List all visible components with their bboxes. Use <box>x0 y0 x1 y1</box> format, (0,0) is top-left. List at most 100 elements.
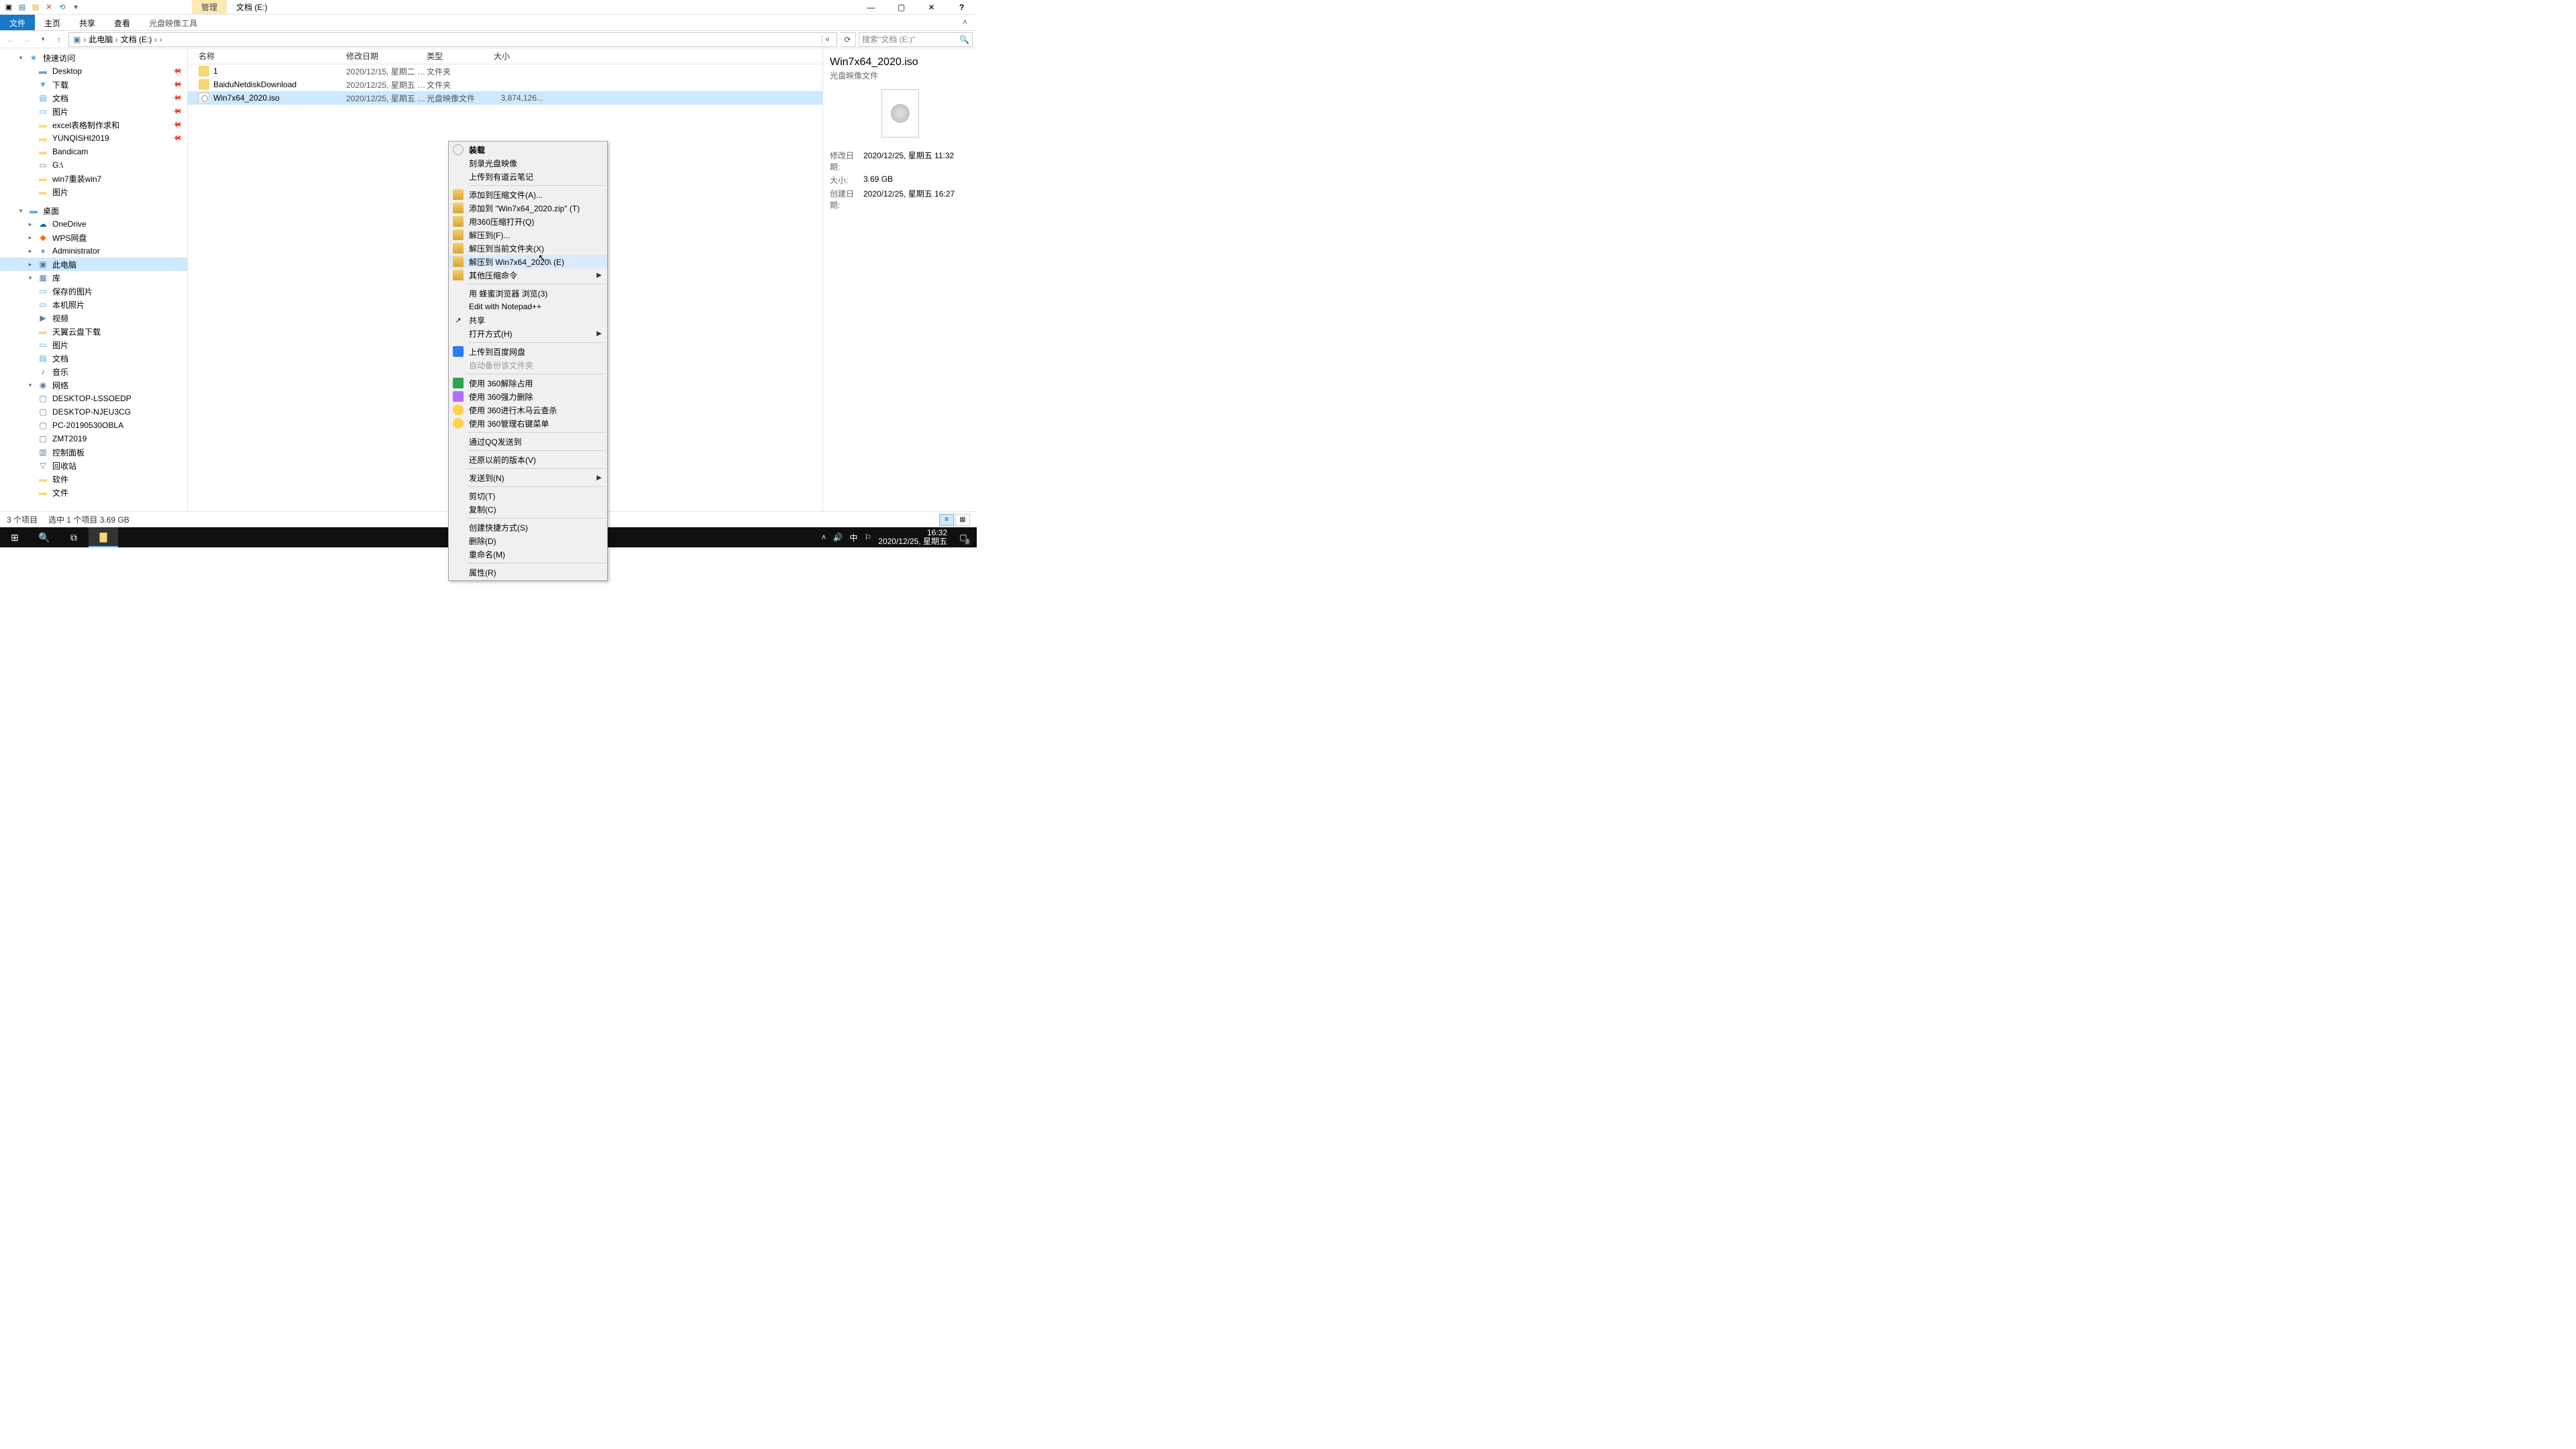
menu-item[interactable]: 刻录光盘映像 <box>449 156 607 170</box>
expand-icon[interactable]: ▾ <box>17 207 24 215</box>
tree-item[interactable]: ▸此电脑 <box>0 258 187 271</box>
col-name[interactable]: 名称 <box>199 50 346 62</box>
task-view-button[interactable]: ⧉ <box>59 527 89 547</box>
tree-item[interactable]: Desktop📌 <box>0 64 187 78</box>
nav-history-dropdown[interactable]: ▾ <box>36 36 50 43</box>
menu-item[interactable]: 解压到(F)... <box>449 228 607 241</box>
tab-file[interactable]: 文件 <box>0 15 35 30</box>
menu-item[interactable]: 删除(D) <box>449 534 607 547</box>
menu-item[interactable]: 使用 360管理右键菜单 <box>449 417 607 430</box>
tree-item[interactable]: 软件 <box>0 472 187 486</box>
tab-disc-image-tools[interactable]: 光盘映像工具 <box>140 15 207 30</box>
tree-item[interactable]: 图片 <box>0 338 187 352</box>
menu-item[interactable]: 创建快捷方式(S) <box>449 521 607 534</box>
tree-item[interactable]: 音乐 <box>0 365 187 378</box>
tree-item[interactable]: 文档📌 <box>0 91 187 105</box>
file-row[interactable]: BaiduNetdiskDownload2020/12/25, 星期五 1...… <box>188 78 822 91</box>
maximize-button[interactable]: ▢ <box>886 0 916 15</box>
expand-icon[interactable]: ▸ <box>27 221 34 228</box>
tree-item[interactable]: ▾库 <box>0 271 187 284</box>
menu-item[interactable]: 装载 <box>449 143 607 156</box>
qat-properties-icon[interactable]: ▤ <box>17 3 27 12</box>
menu-item[interactable]: 解压到 Win7x64_2020\ (E) <box>449 255 607 268</box>
start-button[interactable]: ⊞ <box>0 527 30 547</box>
breadcrumb[interactable]: 此电脑 <box>89 34 117 45</box>
qat-new-folder-icon[interactable]: ▤ <box>31 3 40 12</box>
taskbar-explorer-button[interactable]: ▇ <box>89 527 118 547</box>
tree-item[interactable]: ▸OneDrive <box>0 217 187 231</box>
expand-icon[interactable]: ▾ <box>27 274 34 282</box>
menu-item[interactable]: 解压到当前文件夹(X) <box>449 241 607 255</box>
menu-item[interactable]: 添加到 "Win7x64_2020.zip" (T) <box>449 201 607 215</box>
expand-icon[interactable]: ▸ <box>27 248 34 255</box>
tree-item[interactable]: G:\ <box>0 158 187 172</box>
nav-up-button[interactable]: ↑ <box>52 35 66 44</box>
tree-item[interactable]: PC-20190530OBLA <box>0 419 187 432</box>
tree-item[interactable]: DESKTOP-NJEU3CG <box>0 405 187 419</box>
view-details-button[interactable]: ≡ <box>939 514 954 526</box>
menu-item[interactable]: 复制(C) <box>449 502 607 516</box>
search-input[interactable]: 搜索"文档 (E:)" 🔍 <box>859 32 973 47</box>
context-menu[interactable]: 装载刻录光盘映像上传到有道云笔记添加到压缩文件(A)...添加到 "Win7x6… <box>448 141 608 581</box>
file-list-pane[interactable]: 名称 修改日期 类型 大小 12020/12/15, 星期二 1...文件夹Ba… <box>188 48 822 511</box>
tree-item[interactable]: 下载📌 <box>0 78 187 91</box>
help-button[interactable]: ? <box>947 0 977 15</box>
expand-icon[interactable]: ▾ <box>17 54 24 62</box>
menu-item[interactable]: 上传到有道云笔记 <box>449 170 607 183</box>
tree-item[interactable]: ZMT2019 <box>0 432 187 445</box>
nav-back-button[interactable]: ← <box>4 35 17 44</box>
tree-item[interactable]: ▾网络 <box>0 378 187 392</box>
menu-item[interactable]: 其他压缩命令▶ <box>449 268 607 282</box>
tree-item[interactable]: 图片 <box>0 185 187 199</box>
menu-item[interactable]: Edit with Notepad++ <box>449 300 607 313</box>
menu-item[interactable]: 重命名(M) <box>449 547 607 561</box>
menu-item[interactable]: 通过QQ发送到 <box>449 435 607 448</box>
clock[interactable]: 16:32 2020/12/25, 星期五 <box>878 529 947 546</box>
qat-undo-icon[interactable]: ⟲ <box>58 3 67 12</box>
col-type[interactable]: 类型 <box>427 50 494 62</box>
menu-item[interactable]: 用 蜂蜜浏览器 浏览(3) <box>449 286 607 300</box>
tree-item[interactable]: ▾桌面 <box>0 204 187 217</box>
tree-item[interactable]: 文档 <box>0 352 187 365</box>
menu-item[interactable]: 剪切(T) <box>449 489 607 502</box>
tree-item[interactable]: 文件 <box>0 486 187 499</box>
breadcrumb-final-chevron[interactable]: › <box>160 35 162 44</box>
menu-item[interactable]: 发送到(N)▶ <box>449 471 607 484</box>
col-date[interactable]: 修改日期 <box>346 50 427 62</box>
col-size[interactable]: 大小 <box>494 50 547 62</box>
expand-icon[interactable]: ▾ <box>27 382 34 389</box>
tree-item[interactable]: 本机照片 <box>0 298 187 311</box>
qat-dropdown-icon[interactable]: ▾ <box>71 3 80 12</box>
tree-item[interactable]: Bandicam <box>0 145 187 158</box>
tree-item[interactable]: 回收站 <box>0 459 187 472</box>
menu-item[interactable]: 添加到压缩文件(A)... <box>449 188 607 201</box>
refresh-button[interactable]: ⟳ <box>840 32 856 47</box>
tree-item[interactable]: excel表格制作求和📌 <box>0 118 187 131</box>
tree-item[interactable]: 图片📌 <box>0 105 187 118</box>
menu-item[interactable]: 上传到百度网盘 <box>449 345 607 358</box>
menu-item[interactable]: 打开方式(H)▶ <box>449 327 607 340</box>
security-icon[interactable]: ⚐ <box>865 533 872 542</box>
navigation-pane[interactable]: ▾快速访问Desktop📌下载📌文档📌图片📌excel表格制作求和📌YUNQIS… <box>0 48 188 511</box>
tree-item[interactable]: ▾快速访问 <box>0 51 187 64</box>
expand-icon[interactable]: ▸ <box>27 261 34 268</box>
nav-forward-button[interactable]: → <box>20 35 34 44</box>
tree-item[interactable]: 控制面板 <box>0 445 187 459</box>
tree-item[interactable]: 视频 <box>0 311 187 325</box>
minimize-button[interactable]: — <box>856 0 886 15</box>
expand-icon[interactable]: ▸ <box>27 234 34 241</box>
search-button[interactable]: 🔍 <box>30 527 59 547</box>
file-row[interactable]: Win7x64_2020.iso2020/12/25, 星期五 1...光盘映像… <box>188 91 822 105</box>
menu-item[interactable]: 使用 360进行木马云查杀 <box>449 403 607 417</box>
tree-item[interactable]: 保存的图片 <box>0 284 187 298</box>
tree-item[interactable]: ▸WPS网盘 <box>0 231 187 244</box>
tab-共享[interactable]: 共享 <box>70 15 105 30</box>
action-center-button[interactable]: ▢ <box>954 527 973 547</box>
address-bar[interactable]: ▣ › 此电脑文档 (E:) › ˅ <box>68 32 837 47</box>
column-headers[interactable]: 名称 修改日期 类型 大小 <box>188 48 822 64</box>
menu-item[interactable]: 属性(R) <box>449 566 607 579</box>
menu-item[interactable]: 还原以前的版本(V) <box>449 453 607 466</box>
tab-主页[interactable]: 主页 <box>35 15 70 30</box>
breadcrumb[interactable]: 文档 (E:) <box>121 34 157 45</box>
tree-item[interactable]: YUNQISHI2019📌 <box>0 131 187 145</box>
